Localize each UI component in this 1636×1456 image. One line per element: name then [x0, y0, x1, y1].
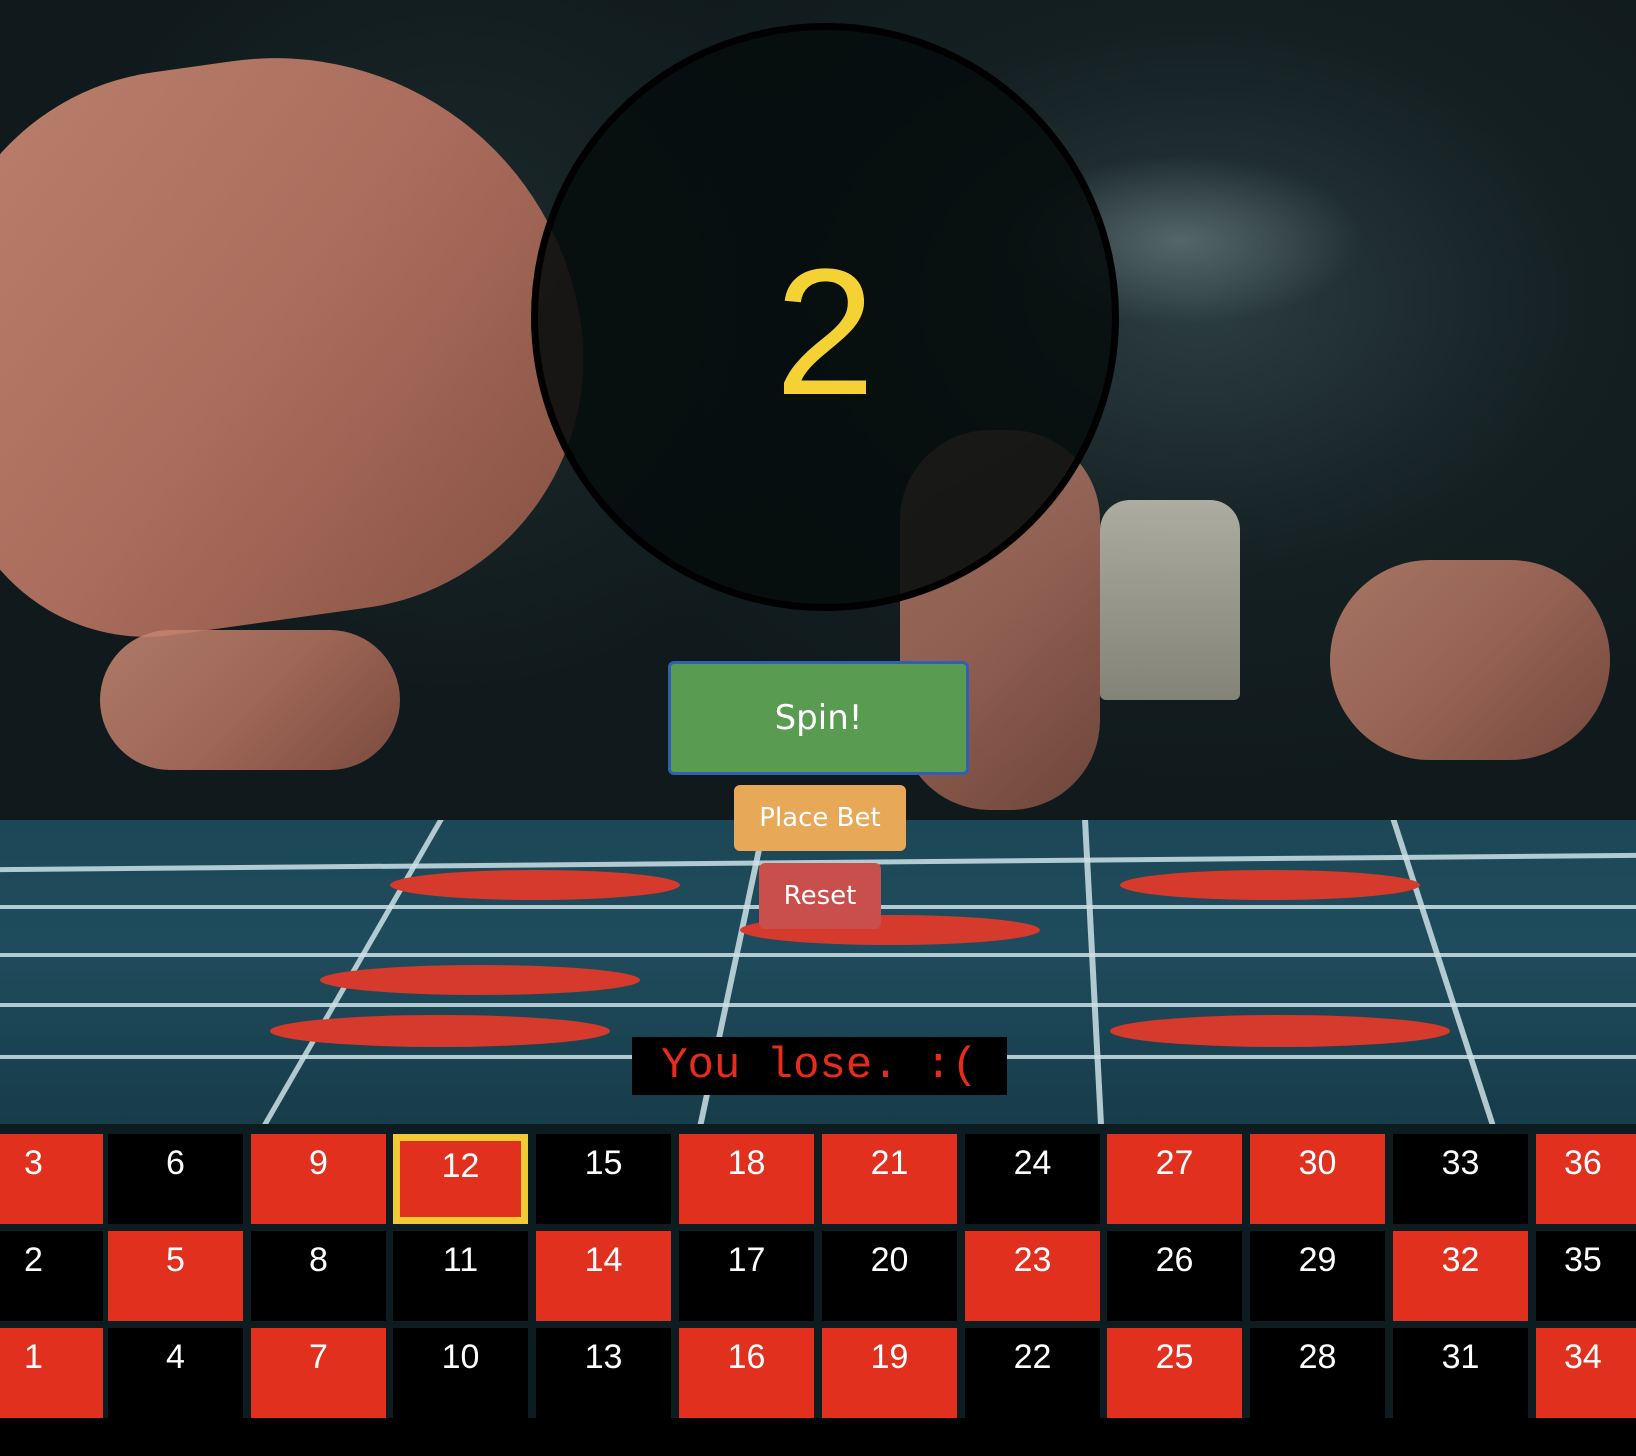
- board-cell-number: 5: [166, 1241, 185, 1279]
- board-cell-25[interactable]: 25: [1107, 1328, 1242, 1418]
- board-cell-31[interactable]: 31: [1393, 1328, 1528, 1418]
- board-cell-12[interactable]: 12: [393, 1134, 528, 1224]
- board-cell-33[interactable]: 33: [1393, 1134, 1528, 1224]
- place-bet-button[interactable]: Place Bet: [734, 785, 906, 851]
- board-cell-number: 32: [1441, 1241, 1480, 1279]
- board-cell-number: 22: [1013, 1338, 1052, 1376]
- board-cell-3[interactable]: 3: [0, 1134, 103, 1224]
- board-cell-number: 14: [584, 1241, 623, 1279]
- board-cell-9[interactable]: 9: [251, 1134, 386, 1224]
- board-cell-15[interactable]: 15: [536, 1134, 671, 1224]
- board-cell-number: 24: [1013, 1144, 1052, 1182]
- board-cell-18[interactable]: 18: [679, 1134, 814, 1224]
- result-message: You lose. :(: [632, 1037, 1007, 1095]
- board-cell-number: 4: [166, 1338, 185, 1376]
- board-cell-1[interactable]: 1: [0, 1328, 103, 1418]
- board-cell-5[interactable]: 5: [108, 1231, 243, 1321]
- board-cell-number: 11: [442, 1241, 479, 1279]
- board-cell-number: 8: [309, 1241, 328, 1279]
- board-cell-number: 27: [1155, 1144, 1194, 1182]
- board-cell-number: 20: [870, 1241, 909, 1279]
- board-cell-number: 7: [309, 1338, 328, 1376]
- board-cell-number: 3: [24, 1144, 43, 1182]
- board-cell-28[interactable]: 28: [1250, 1328, 1385, 1418]
- board-cell-number: 13: [584, 1338, 623, 1376]
- roulette-game: 2 Spin! Place Bet Reset You lose. :( 369…: [0, 0, 1636, 1456]
- board-cell-number: 35: [1564, 1241, 1602, 1279]
- spin-button[interactable]: Spin!: [668, 661, 969, 775]
- board-cell-number: 31: [1441, 1338, 1480, 1376]
- board-cell-29[interactable]: 29: [1250, 1231, 1385, 1321]
- board-cell-13[interactable]: 13: [536, 1328, 671, 1418]
- board-cell-8[interactable]: 8: [251, 1231, 386, 1321]
- board-cell-6[interactable]: 6: [108, 1134, 243, 1224]
- board-cell-17[interactable]: 17: [679, 1231, 814, 1321]
- board-cell-number: 36: [1564, 1144, 1602, 1182]
- board-cell-11[interactable]: 11: [393, 1231, 528, 1321]
- board-cell-number: 17: [727, 1241, 766, 1279]
- board-cell-27[interactable]: 27: [1107, 1134, 1242, 1224]
- board-cell-number: 16: [727, 1338, 766, 1376]
- board-cell-22[interactable]: 22: [965, 1328, 1100, 1418]
- board-footer-strip: [0, 1418, 1636, 1456]
- board-cell-number: 18: [727, 1144, 766, 1182]
- board-cell-number: 6: [166, 1144, 185, 1182]
- reset-button[interactable]: Reset: [759, 863, 881, 929]
- board-cell-number: 34: [1564, 1338, 1602, 1376]
- board-cell-number: 19: [870, 1338, 909, 1376]
- board-cell-2[interactable]: 2: [0, 1231, 103, 1321]
- board-cell-36[interactable]: 36: [1536, 1134, 1636, 1224]
- board-cell-10[interactable]: 10: [393, 1328, 528, 1418]
- board-cell-14[interactable]: 14: [536, 1231, 671, 1321]
- board-cell-16[interactable]: 16: [679, 1328, 814, 1418]
- chip-stack-graphic: [1100, 500, 1240, 700]
- board-cell-number: 21: [870, 1144, 909, 1182]
- board-cell-32[interactable]: 32: [1393, 1231, 1528, 1321]
- board-cell-23[interactable]: 23: [965, 1231, 1100, 1321]
- board-cell-number: 1: [24, 1338, 43, 1376]
- board-cell-35[interactable]: 35: [1536, 1231, 1636, 1321]
- result-number: 2: [774, 232, 876, 433]
- hand-lower-left-graphic: [100, 630, 400, 770]
- board-cell-number: 25: [1155, 1338, 1194, 1376]
- board-cell-number: 23: [1013, 1241, 1052, 1279]
- board-cell-21[interactable]: 21: [822, 1134, 957, 1224]
- board-cell-24[interactable]: 24: [965, 1134, 1100, 1224]
- board-cell-number: 2: [24, 1241, 43, 1279]
- board-cell-number: 33: [1441, 1144, 1480, 1182]
- board-cell-7[interactable]: 7: [251, 1328, 386, 1418]
- board-cell-number: 9: [309, 1144, 328, 1182]
- board-cell-19[interactable]: 19: [822, 1328, 957, 1418]
- board-cell-number: 10: [441, 1338, 480, 1376]
- board-cell-number: 26: [1155, 1241, 1194, 1279]
- hand-right-graphic: [1330, 560, 1610, 760]
- board-cell-30[interactable]: 30: [1250, 1134, 1385, 1224]
- result-display: 2: [531, 23, 1119, 611]
- board-cell-4[interactable]: 4: [108, 1328, 243, 1418]
- board-cell-number: 12: [441, 1147, 480, 1185]
- board-cell-number: 30: [1298, 1144, 1337, 1182]
- board-cell-20[interactable]: 20: [822, 1231, 957, 1321]
- board-cell-34[interactable]: 34: [1536, 1328, 1636, 1418]
- betting-board: 3 6 9 12 15 18 21 24 27 30 33 36 2 5 8 11 14 17 20 23 26 29 32…: [0, 1124, 1636, 1456]
- board-cell-number: 15: [584, 1144, 623, 1182]
- board-cell-number: 29: [1298, 1241, 1337, 1279]
- hand-left-graphic: [0, 18, 616, 662]
- board-cell-26[interactable]: 26: [1107, 1231, 1242, 1321]
- board-cell-number: 28: [1298, 1338, 1337, 1376]
